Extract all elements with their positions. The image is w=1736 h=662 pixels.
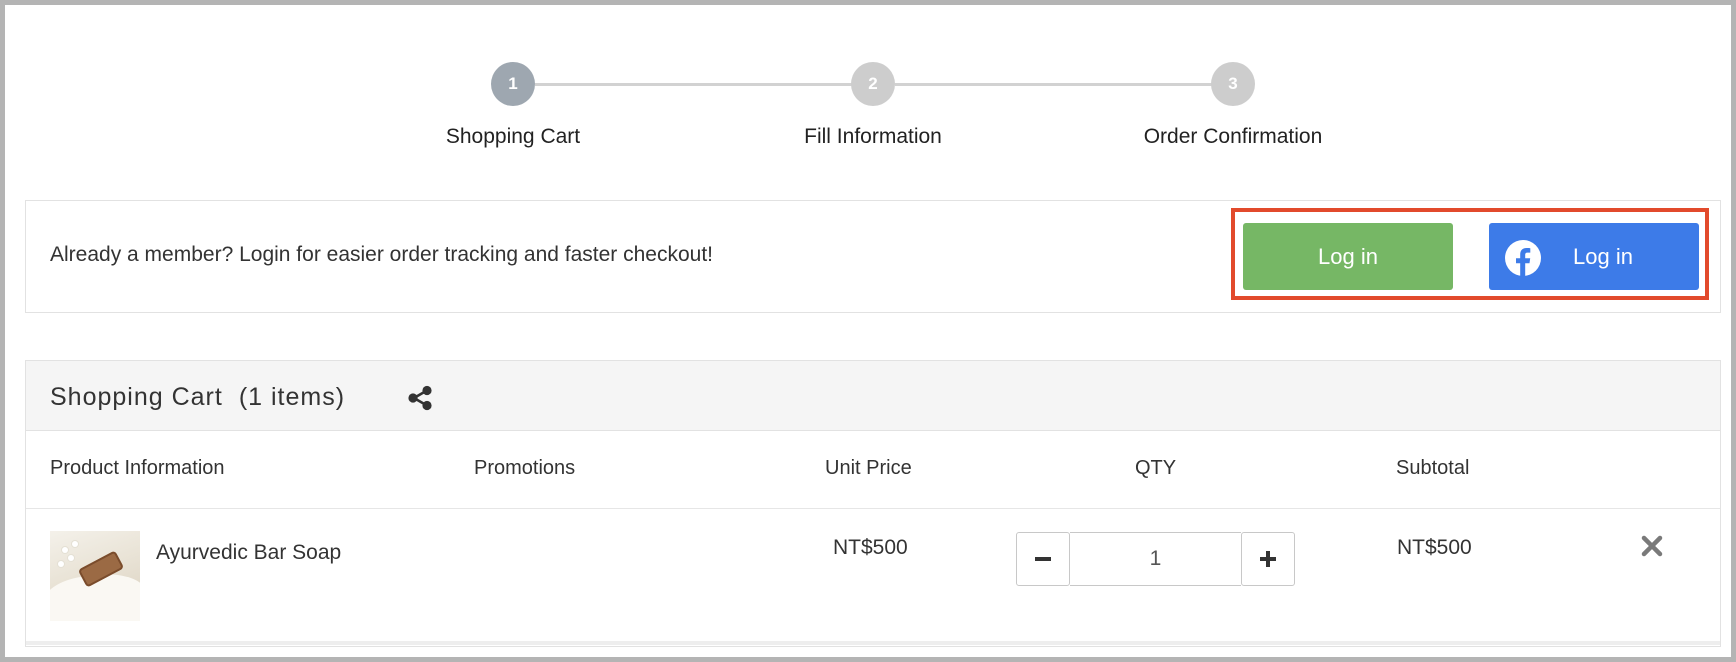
qty-decrease-button[interactable] (1016, 532, 1070, 586)
product-name[interactable]: Ayurvedic Bar Soap (156, 541, 341, 565)
step-3-indicator: 3 (1211, 62, 1255, 106)
step-connector (535, 83, 855, 86)
login-button[interactable]: Log in (1243, 223, 1453, 290)
product-thumbnail[interactable] (50, 531, 140, 621)
cart-header: Shopping Cart (1 items) (26, 361, 1720, 431)
step-1-label: Shopping Cart (445, 125, 581, 148)
unit-price-value: NT$500 (833, 536, 908, 559)
row-divider (26, 641, 1720, 645)
col-product-information: Product Information (50, 457, 225, 479)
cart-item-count: (1 items) (238, 383, 346, 411)
shopping-cart-panel: Shopping Cart (1 items) Product Informati… (25, 360, 1721, 647)
facebook-login-label: Log in (1573, 243, 1633, 269)
minus-icon (1035, 557, 1051, 561)
login-prompt-text: Already a member? Login for easier order… (50, 243, 714, 266)
col-qty: QTY (1135, 457, 1177, 479)
remove-icon[interactable] (1640, 534, 1664, 558)
step-2-label: Fill Information (804, 125, 942, 148)
plus-icon (1260, 551, 1276, 567)
checkout-stepper: 1 2 3 Shopping Cart Fill Information Ord… (5, 5, 1736, 175)
subtotal-value: NT$500 (1397, 536, 1472, 559)
col-subtotal: Subtotal (1396, 457, 1470, 479)
step-3-label: Order Confirmation (1143, 125, 1323, 148)
qty-increase-button[interactable] (1241, 532, 1295, 586)
cart-title-text: Shopping Cart (50, 383, 223, 411)
step-connector (895, 83, 1215, 86)
col-unit-price: Unit Price (825, 457, 912, 479)
header-divider (26, 508, 1720, 509)
col-promotions: Promotions (474, 457, 576, 479)
qty-input[interactable] (1070, 532, 1241, 586)
step-2-indicator: 2 (851, 62, 895, 106)
facebook-login-button[interactable]: Log in (1489, 223, 1699, 290)
share-icon[interactable] (406, 384, 434, 412)
page-frame: 1 2 3 Shopping Cart Fill Information Ord… (0, 0, 1736, 662)
cart-title: Shopping Cart (1 items) (50, 383, 345, 412)
facebook-icon (1505, 240, 1541, 276)
step-1-indicator: 1 (491, 62, 535, 106)
